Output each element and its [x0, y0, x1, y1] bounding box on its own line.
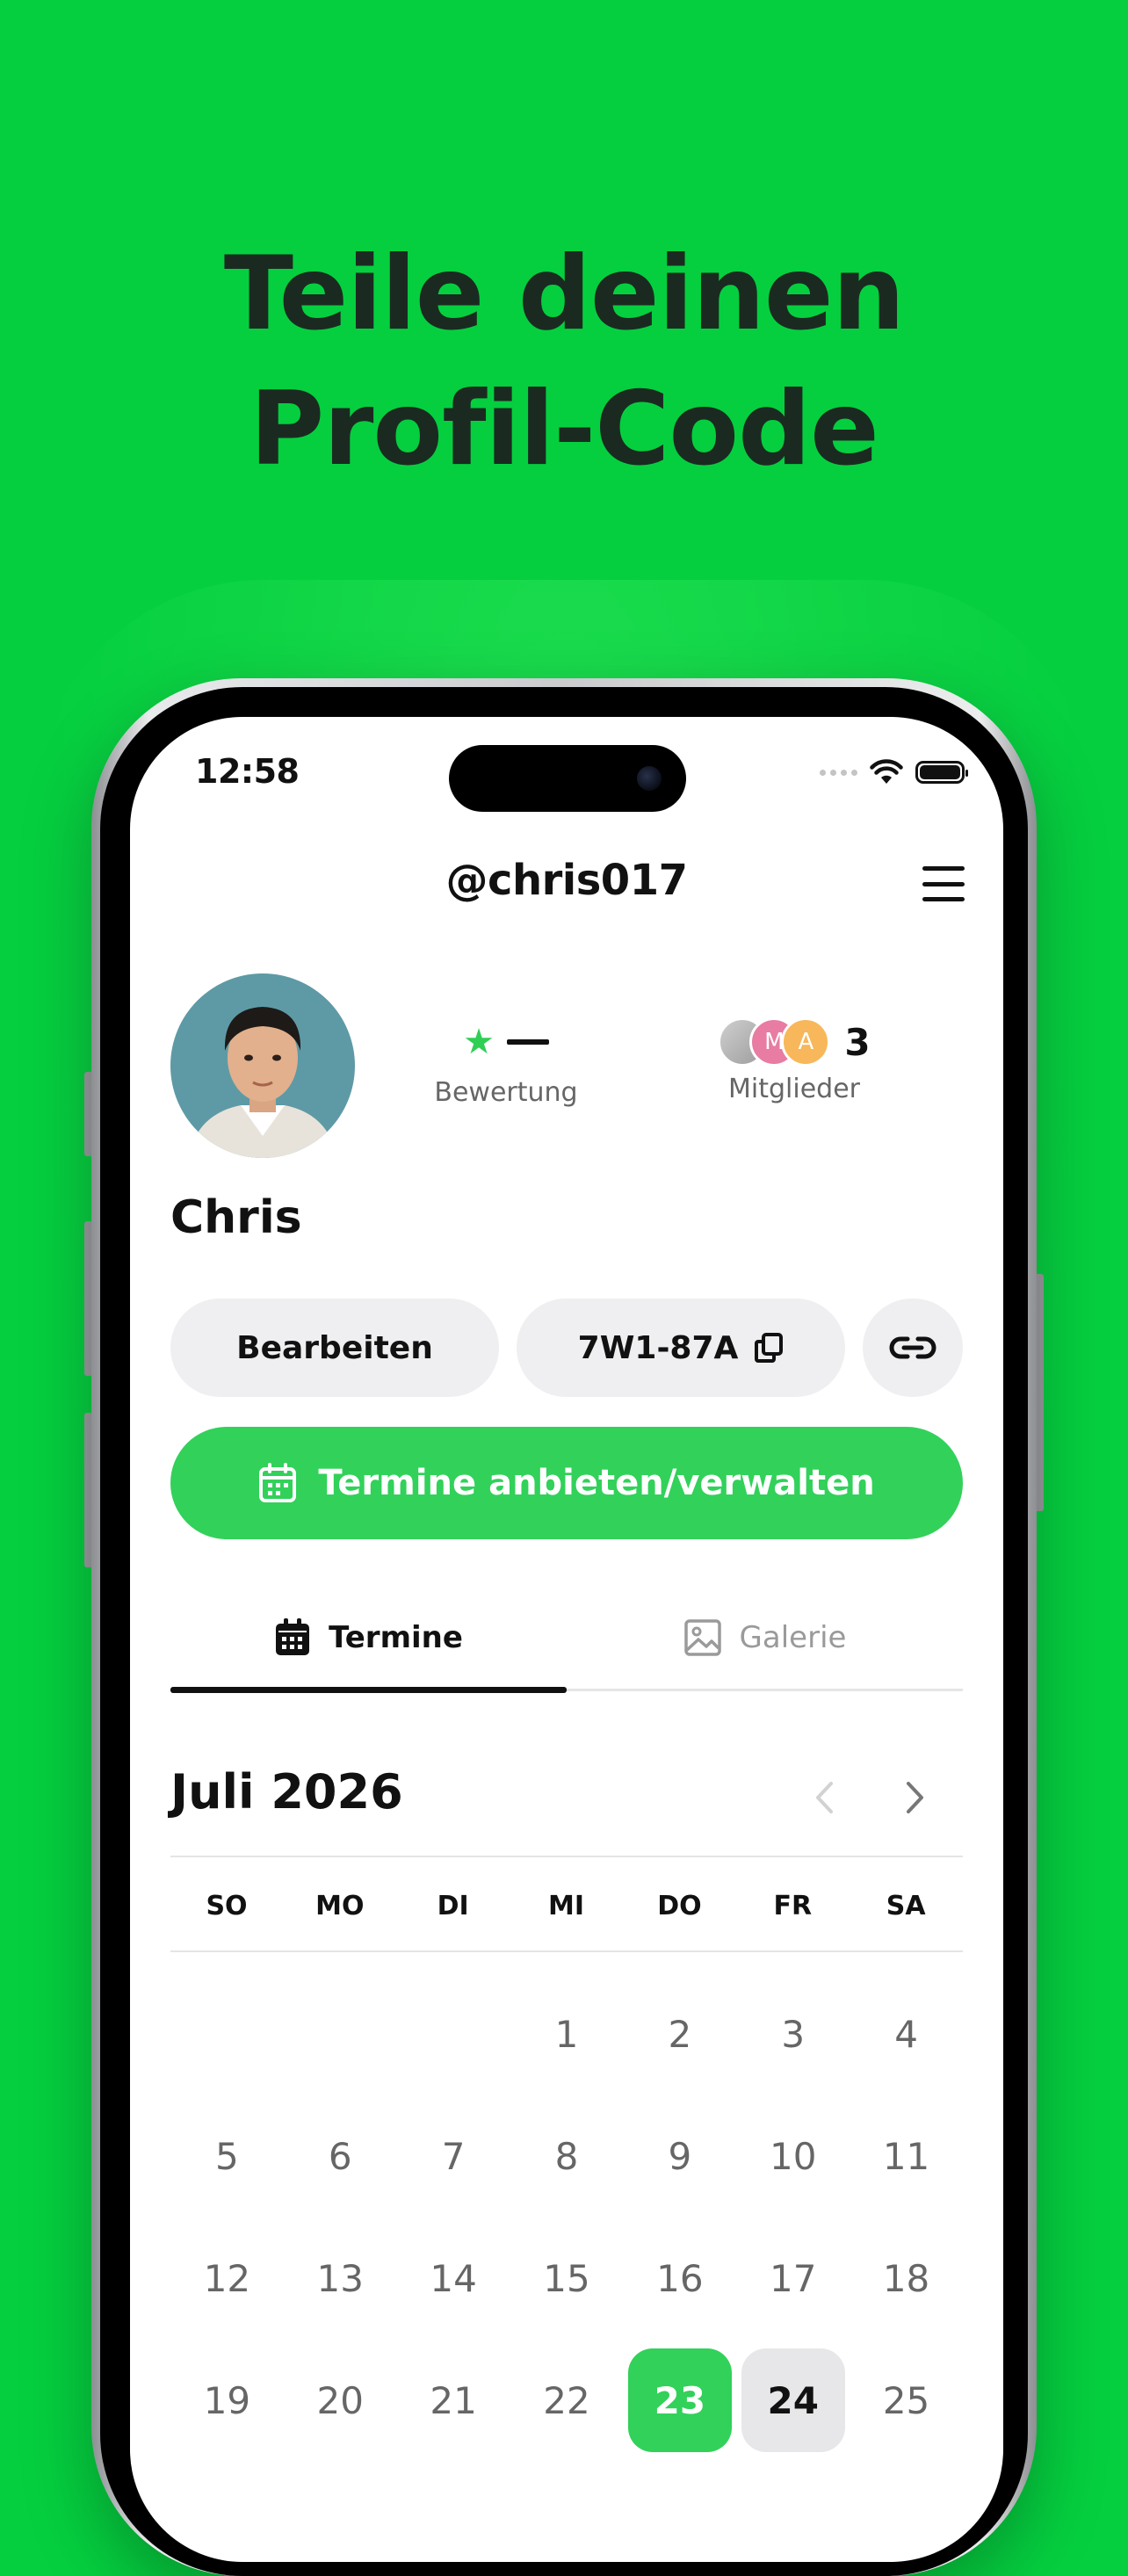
weekday-label: MO — [315, 1891, 365, 1921]
calendar-day[interactable]: 3 — [741, 1982, 845, 2086]
app-screen: 12:58 @chris017 ★ Bewertung M A 3 Mitgli… — [130, 717, 1003, 2562]
battery-icon — [915, 761, 968, 784]
tab-termine[interactable]: Termine — [170, 1592, 567, 1683]
rating-value — [506, 1039, 549, 1045]
calendar-day[interactable]: 7 — [401, 2104, 505, 2208]
profile-name: Chris — [170, 1191, 302, 1244]
headline: Teile deinen Profil-Code — [0, 227, 1128, 497]
weekday-label: SA — [886, 1891, 926, 1921]
calendar-filled-icon — [276, 1618, 310, 1655]
profile-code-button[interactable]: 7W1-87A — [517, 1299, 845, 1397]
edit-profile-label: Bearbeiten — [236, 1329, 433, 1366]
calendar-day[interactable]: 17 — [741, 2226, 845, 2330]
calendar-day[interactable]: 11 — [855, 2104, 958, 2208]
previous-month-button[interactable] — [798, 1771, 850, 1824]
tab-galerie-label: Galerie — [739, 1620, 847, 1655]
profile-username: @chris017 — [445, 856, 688, 905]
weekday-label: FR — [773, 1891, 813, 1921]
members-label: Mitglieder — [728, 1074, 860, 1104]
cellular-signal-icon — [820, 769, 857, 776]
calendar-month-label: Juli 2026 — [170, 1764, 403, 1820]
calendar-day[interactable]: 2 — [628, 1982, 732, 2086]
profile-code-label: 7W1-87A — [577, 1329, 739, 1366]
menu-icon[interactable] — [922, 866, 965, 901]
profile-avatar[interactable] — [170, 973, 355, 1158]
member-avatars: M A — [718, 1017, 831, 1067]
calendar-day[interactable]: 15 — [515, 2226, 618, 2330]
headline-line-2: Profil-Code — [249, 370, 879, 488]
star-icon: ★ — [463, 1023, 495, 1061]
share-link-button[interactable] — [863, 1299, 963, 1397]
avatar-image — [170, 973, 355, 1158]
members-count: 3 — [844, 1020, 871, 1064]
status-icons — [820, 759, 968, 785]
calendar-icon — [259, 1463, 297, 1502]
weekday-label: DI — [437, 1891, 469, 1921]
calendar-day[interactable]: 25 — [855, 2348, 958, 2452]
calendar-day[interactable]: 5 — [175, 2104, 278, 2208]
calendar-day[interactable]: 24 — [741, 2348, 845, 2452]
link-icon — [889, 1336, 936, 1359]
calendar-day[interactable]: 8 — [515, 2104, 618, 2208]
image-icon — [683, 1619, 721, 1656]
next-month-button[interactable] — [889, 1771, 942, 1824]
weekday-label: MI — [548, 1891, 585, 1921]
member-avatar: A — [781, 1017, 831, 1067]
tab-galerie[interactable]: Galerie — [567, 1592, 963, 1683]
manage-appointments-button[interactable]: Termine anbieten/verwalten — [170, 1427, 963, 1539]
calendar-day[interactable]: 16 — [628, 2226, 732, 2330]
calendar-day[interactable]: 1 — [515, 1982, 618, 2086]
status-time: 12:58 — [195, 752, 300, 791]
calendar-header-divider — [170, 1856, 963, 1857]
calendar-day[interactable]: 13 — [288, 2226, 392, 2330]
weekday-label: DO — [657, 1891, 702, 1921]
headline-line-1: Teile deinen — [223, 235, 905, 353]
calendar-day[interactable]: 14 — [401, 2226, 505, 2330]
weekday-divider — [170, 1950, 963, 1952]
members-stat[interactable]: M A 3 Mitglieder — [715, 1016, 873, 1104]
edit-profile-button[interactable]: Bearbeiten — [170, 1299, 499, 1397]
wifi-icon — [870, 759, 903, 784]
tab-termine-label: Termine — [329, 1620, 463, 1655]
calendar-day[interactable]: 23 — [627, 2348, 732, 2452]
rating-label: Bewertung — [434, 1077, 578, 1108]
chevron-right-icon — [907, 1782, 923, 1813]
calendar-day[interactable]: 20 — [288, 2348, 392, 2452]
rating-stat: ★ Bewertung — [401, 1016, 611, 1108]
calendar-day[interactable]: 4 — [855, 1982, 958, 2086]
copy-icon — [755, 1333, 784, 1363]
front-camera — [637, 766, 662, 791]
active-tab-indicator — [170, 1687, 567, 1693]
calendar-day[interactable]: 21 — [401, 2348, 505, 2452]
calendar-day[interactable]: 18 — [855, 2226, 958, 2330]
calendar-day[interactable]: 12 — [175, 2226, 278, 2330]
calendar-day[interactable]: 19 — [175, 2348, 278, 2452]
calendar-day[interactable]: 6 — [288, 2104, 392, 2208]
calendar-day[interactable]: 10 — [741, 2104, 845, 2208]
calendar-day[interactable]: 22 — [515, 2348, 618, 2452]
chevron-left-icon — [816, 1782, 833, 1813]
calendar-day[interactable]: 9 — [628, 2104, 732, 2208]
weekday-label: SO — [206, 1891, 248, 1921]
profile-tabs: Termine Galerie — [170, 1592, 963, 1693]
manage-appointments-label: Termine anbieten/verwalten — [318, 1463, 875, 1503]
